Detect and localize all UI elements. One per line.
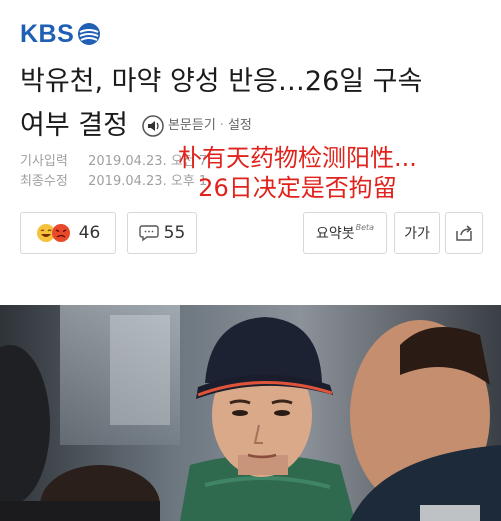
- listen-settings-button[interactable]: 설정: [228, 104, 252, 148]
- beta-badge: Beta: [355, 222, 375, 232]
- comment-count: 55: [163, 223, 186, 243]
- kbs-logo[interactable]: KBS: [20, 20, 101, 48]
- comment-button[interactable]: 55: [127, 212, 197, 254]
- font-size-label: 가가: [404, 226, 430, 242]
- kbs-logo-text: KBS: [20, 19, 75, 48]
- updated-label: 최종수정: [20, 174, 68, 189]
- header: KBS: [0, 0, 501, 60]
- summary-bot-label: 요약봇: [315, 226, 355, 242]
- article-photo: [0, 305, 501, 521]
- listen-separator: ·: [219, 118, 224, 133]
- reaction-count: 46: [78, 223, 101, 243]
- overlay-line-1: 朴有天药物检测阳性...: [178, 144, 417, 172]
- published-label: 기사입력: [20, 154, 68, 169]
- news-photo-image: [0, 305, 501, 521]
- reaction-button[interactable]: 46: [20, 212, 116, 254]
- headline-line-2-row: 여부 결정 본문듣기 · 설정: [20, 104, 490, 148]
- article-headline: 박유천, 마약 양성 반응…26일 구속 여부 결정 본문듣기 · 설정: [20, 60, 490, 148]
- overlay-line-2: 26日决定是否拘留: [198, 174, 397, 202]
- headline-line-1: 박유천, 마약 양성 반응…26일 구속: [20, 66, 423, 97]
- font-size-button[interactable]: 가가: [394, 212, 440, 254]
- speaker-icon[interactable]: [142, 115, 164, 137]
- share-button[interactable]: [445, 212, 483, 254]
- angry-face-icon: [51, 224, 70, 242]
- listen-controls: 본문듣기 · 설정: [142, 104, 252, 148]
- translation-overlay: 朴有天药物检测阳性... 26日决定是否拘留: [178, 143, 417, 203]
- comment-bubble-icon: [138, 225, 159, 242]
- article-action-bar: 46 55 요약봇 Beta 가가: [20, 212, 485, 254]
- listen-button[interactable]: 본문듣기: [168, 104, 216, 148]
- headline-line-2: 여부 결정: [20, 110, 128, 141]
- reaction-emojis: [36, 223, 71, 243]
- kbs-logo-mark-icon: [78, 23, 101, 45]
- share-icon: [456, 225, 472, 241]
- summary-bot-button[interactable]: 요약봇 Beta: [303, 212, 387, 254]
